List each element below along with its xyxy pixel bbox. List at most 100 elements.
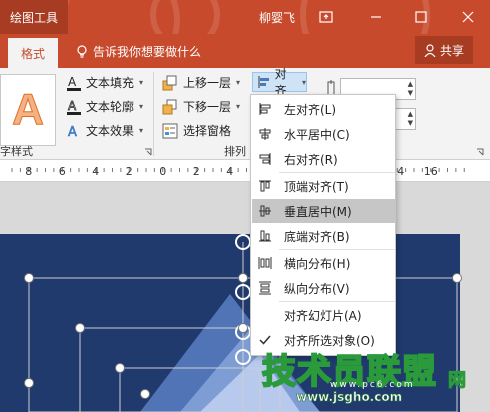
align-bottom-icon xyxy=(259,230,271,242)
wordart-preview: A xyxy=(12,85,45,135)
close-icon xyxy=(462,11,474,23)
dropdown-caret-icon: ▾ xyxy=(236,102,241,111)
spin-arrows-icon[interactable]: ▲ ▼ xyxy=(408,80,413,98)
menu-separator xyxy=(279,172,395,173)
distribute-horizontal-icon xyxy=(258,257,272,269)
ribbon-display-options-button[interactable] xyxy=(308,0,344,34)
dropdown-caret-icon: ▾ xyxy=(139,102,144,111)
ruler-label: 6 xyxy=(59,165,66,178)
tab-format-label: 格式 xyxy=(20,46,45,61)
title-decoration xyxy=(150,0,220,34)
spin-arrows-icon[interactable]: ▲ ▼ xyxy=(408,110,413,128)
group-separator xyxy=(153,72,154,156)
ruler-label: 16 xyxy=(424,165,438,178)
text-outline-icon: A xyxy=(67,99,81,115)
bring-forward-button[interactable]: 上移一层 ▾ xyxy=(162,74,240,91)
resize-handle[interactable] xyxy=(115,363,125,373)
ribbon-panel: A A 文本填充 ▾ A 文本轮廓 ▾ A 文本效果 ▾ 字样式 上移一层 ▾ 下移一层… xyxy=(0,68,490,160)
resize-handle[interactable] xyxy=(24,378,34,388)
dialog-launcher-icon[interactable] xyxy=(476,148,484,156)
resize-handle[interactable] xyxy=(75,323,85,333)
minimize-icon xyxy=(371,16,381,18)
bring-forward-icon xyxy=(162,75,177,90)
tab-format[interactable]: 格式 xyxy=(8,38,58,68)
watermark-net: 网 xyxy=(448,370,467,392)
menu-item-distribute-horizontal[interactable]: 横向分布(H) xyxy=(252,251,395,275)
send-backward-button[interactable]: 下移一层 ▾ xyxy=(162,98,240,115)
menu-item-label: 水平居中(C) xyxy=(284,127,350,142)
align-right-icon xyxy=(259,153,271,165)
text-fill-button[interactable]: A 文本填充 ▾ xyxy=(67,74,143,91)
menu-separator xyxy=(279,301,395,302)
send-backward-icon xyxy=(162,99,177,114)
menu-item-label: 对齐幻灯片(A) xyxy=(284,308,362,323)
menu-item-label: 底端对齐(B) xyxy=(284,229,350,244)
dropdown-caret-icon: ▾ xyxy=(236,78,241,87)
menu-item-align-middle[interactable]: 垂直居中(M) xyxy=(252,199,395,223)
align-left-icon xyxy=(259,103,271,115)
text-effect-button[interactable]: A 文本效果 ▾ xyxy=(67,122,143,139)
text-effect-label: 文本效果 xyxy=(86,124,135,138)
align-middle-icon xyxy=(259,205,271,217)
selection-pane-button[interactable]: 选择窗格 xyxy=(162,122,231,139)
close-button[interactable] xyxy=(450,0,486,34)
lightbulb-icon xyxy=(77,44,87,58)
menu-item-label: 左对齐(L) xyxy=(284,102,337,117)
menu-item-align-right[interactable]: 右对齐(R) xyxy=(252,147,395,171)
maximize-button[interactable] xyxy=(403,0,439,34)
selection-pane-icon xyxy=(162,123,178,138)
ruler-ticks: 86420246810121416 xyxy=(11,165,465,178)
person-icon xyxy=(424,43,436,57)
menu-item-align-bottom[interactable]: 底端对齐(B) xyxy=(252,224,395,248)
minimize-button[interactable] xyxy=(358,0,394,34)
share-label: 共享 xyxy=(439,43,464,58)
horizontal-ruler[interactable]: 86420246810121416 xyxy=(0,160,490,182)
text-outline-button[interactable]: A 文本轮廓 ▾ xyxy=(67,98,143,115)
menu-item-label: 垂直居中(M) xyxy=(284,204,352,219)
menu-item-align-to-slide[interactable]: 对齐幻灯片(A) xyxy=(252,303,395,327)
title-bar: 绘图工具 柳婴飞 xyxy=(0,0,490,34)
context-tab-label: 绘图工具 xyxy=(9,10,58,25)
resize-handle[interactable] xyxy=(452,273,462,283)
group-label-wordart: 字样式 xyxy=(0,145,33,158)
svg-text:A: A xyxy=(68,125,77,139)
bring-forward-label: 上移一层 xyxy=(183,76,232,90)
menu-item-distribute-vertical[interactable]: 纵向分布(V) xyxy=(252,276,395,300)
text-effect-icon: A xyxy=(68,124,78,139)
menu-item-align-left[interactable]: 左对齐(L) xyxy=(252,97,395,121)
send-backward-label: 下移一层 xyxy=(183,100,232,114)
menu-item-label: 横向分布(H) xyxy=(284,256,351,271)
dropdown-caret-icon: ▾ xyxy=(139,126,144,135)
selection-pane-label: 选择窗格 xyxy=(183,124,232,138)
ruler-label: 8 xyxy=(25,165,32,178)
svg-text:A: A xyxy=(68,99,77,113)
menu-item-label: 右对齐(R) xyxy=(284,152,338,167)
align-top-icon xyxy=(259,180,271,192)
restore-window-icon xyxy=(319,11,333,23)
resize-handle[interactable] xyxy=(140,389,150,399)
tell-me-search[interactable]: 告诉我你想要做什么 xyxy=(76,43,201,60)
ruler-label: 4 xyxy=(92,165,99,178)
menu-item-label: 顶端对齐(T) xyxy=(284,179,349,194)
watermark-url: www.jsgho.com xyxy=(296,390,403,405)
menu-item-label: 纵向分布(V) xyxy=(284,281,350,296)
dropdown-caret-icon: ▾ xyxy=(139,78,144,87)
align-button[interactable]: 对齐 ▾ xyxy=(252,67,307,98)
ruler-label: 0 xyxy=(159,165,166,178)
ruler-label: 2 xyxy=(193,165,200,178)
wordart-style-gallery[interactable]: A xyxy=(0,74,56,146)
align-dropdown-menu: 左对齐(L) 水平居中(C) 右对齐(R) 顶端对齐(T) 垂直居中(M) 底端… xyxy=(250,94,396,356)
dialog-launcher-icon[interactable] xyxy=(144,148,152,156)
menu-item-align-center[interactable]: 水平居中(C) xyxy=(252,122,395,146)
tell-me-label: 告诉我你想要做什么 xyxy=(93,45,202,59)
user-name[interactable]: 柳婴飞 xyxy=(259,9,295,26)
text-fill-icon: A xyxy=(67,75,81,91)
menu-item-align-top[interactable]: 顶端对齐(T) xyxy=(252,174,395,198)
align-icon xyxy=(258,76,269,88)
distribute-vertical-icon xyxy=(259,281,271,295)
share-button[interactable]: 共享 xyxy=(415,36,473,64)
ruler-label: 4 xyxy=(226,165,233,178)
resize-handle[interactable] xyxy=(24,273,34,283)
resize-handle[interactable] xyxy=(238,273,248,283)
resize-handle[interactable] xyxy=(238,323,248,333)
